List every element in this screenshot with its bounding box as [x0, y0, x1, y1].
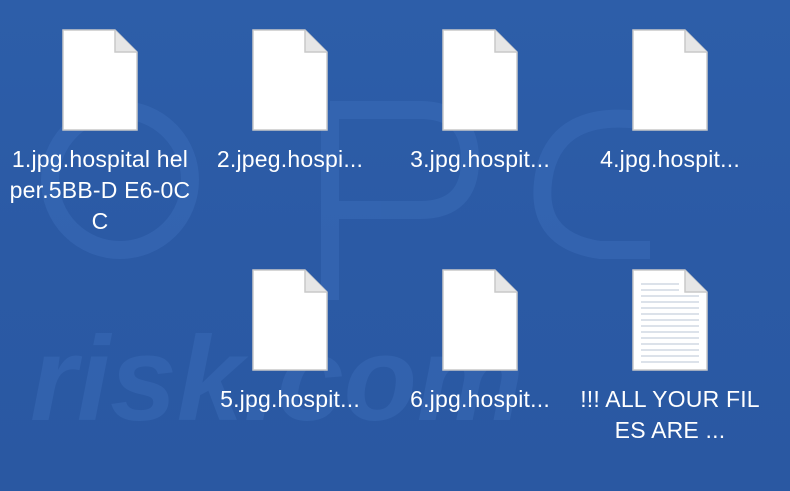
blank-file-icon — [442, 269, 518, 371]
file-label: !!! ALL YOUR FILES ARE ... — [580, 386, 760, 443]
blank-file-icon — [252, 29, 328, 131]
blank-file-icon — [442, 29, 518, 131]
file-item-2[interactable]: 2.jpeg.hospi... — [195, 28, 385, 175]
file-item-4[interactable]: 4.jpg.hospit... — [575, 28, 765, 175]
file-item-1[interactable]: 1.jpg.hospital helper.5BB-D E6-0CC — [5, 28, 195, 237]
file-item-3[interactable]: 3.jpg.hospit... — [385, 28, 575, 175]
desktop: risk.com 1.jpg.hospital helper.5BB-D E6-… — [0, 0, 790, 491]
blank-file-icon — [62, 29, 138, 131]
file-label: 3.jpg.hospit... — [410, 146, 550, 172]
file-label: 2.jpeg.hospi... — [216, 146, 364, 172]
blank-file-icon — [632, 29, 708, 131]
file-label: 1.jpg.hospital helper.5BB-D E6-0CC — [9, 146, 191, 234]
text-document-icon — [632, 269, 708, 371]
file-label: 6.jpg.hospit... — [410, 386, 550, 412]
file-label: 5.jpg.hospit... — [220, 386, 360, 412]
file-label: 4.jpg.hospit... — [600, 146, 740, 172]
blank-file-icon — [252, 269, 328, 371]
file-item-5[interactable]: 5.jpg.hospit... — [195, 268, 385, 415]
file-item-7[interactable]: !!! ALL YOUR FILES ARE ... — [575, 268, 765, 446]
file-item-6[interactable]: 6.jpg.hospit... — [385, 268, 575, 415]
